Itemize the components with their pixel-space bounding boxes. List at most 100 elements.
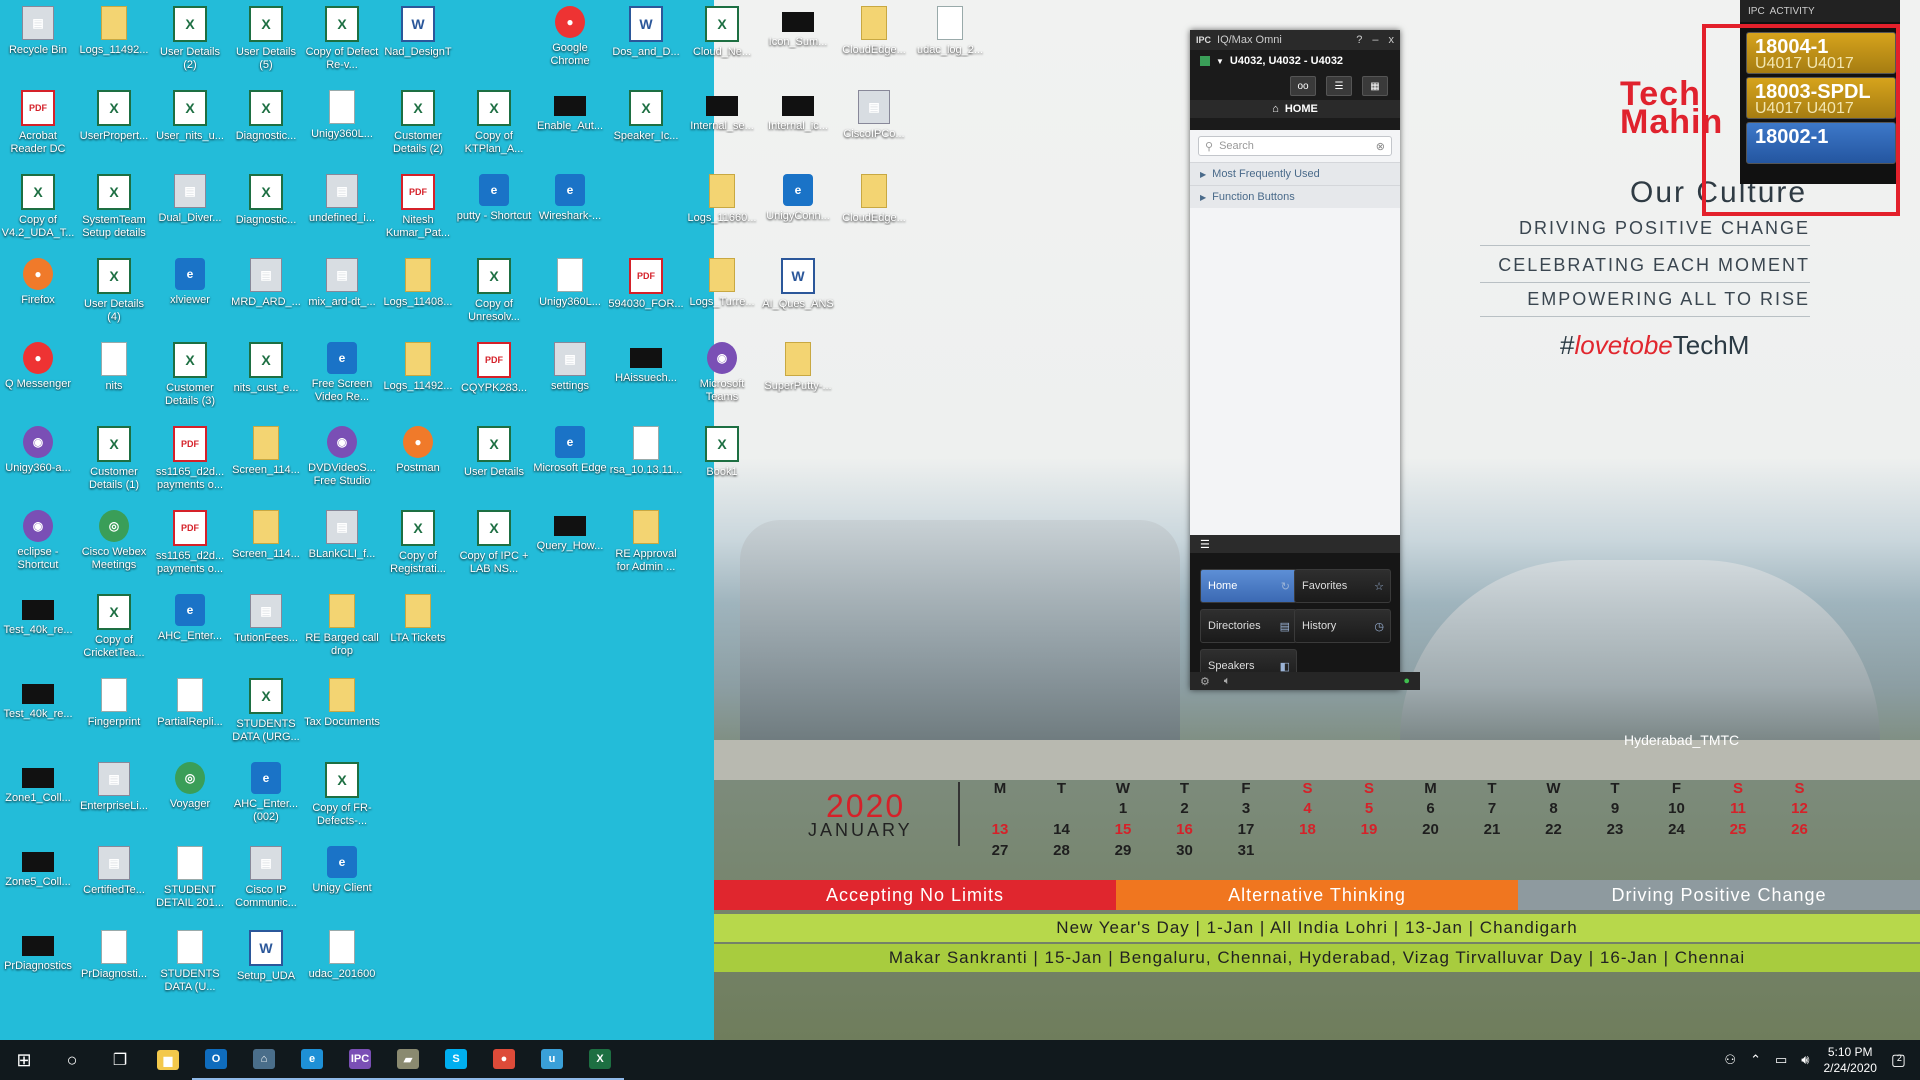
desktop-icon[interactable]: W Dos_and_D...	[608, 0, 684, 80]
desktop-icon[interactable]: Query_How...	[532, 504, 608, 584]
desktop-icon[interactable]: Enable_Aut...	[532, 84, 608, 164]
taskbar-ipc-button[interactable]: IPC	[336, 1040, 384, 1080]
desktop-icon[interactable]: W Nad_DesignT	[380, 0, 456, 80]
desktop-icon[interactable]: PDF CQYPK283...	[456, 336, 532, 416]
desktop-icon[interactable]: Icon_Sum...	[760, 0, 836, 80]
desktop-icon[interactable]: ▤ BLankCLI_f...	[304, 504, 380, 584]
desktop-icon[interactable]: STUDENT DETAIL 201...	[152, 840, 228, 920]
desktop-icon[interactable]: X Customer Details (3)	[152, 336, 228, 416]
taskbar-network-app-button[interactable]: ⌂	[240, 1040, 288, 1080]
desktop-icon[interactable]: Logs_11408...	[380, 252, 456, 332]
taskbar-chrome-button[interactable]: ●	[480, 1040, 528, 1080]
volume-icon[interactable]: 🔈︎	[1224, 675, 1231, 688]
desktop-icon[interactable]: ● Q Messenger	[0, 336, 76, 416]
desktop-icon[interactable]: PDF ss1165_d2d... payments o...	[152, 420, 228, 500]
desktop-icon[interactable]: ◉ DVDVideoS... Free Studio	[304, 420, 380, 500]
desktop-icon[interactable]: LTA Tickets	[380, 588, 456, 668]
desktop-icon[interactable]: Zone5_Coll...	[0, 840, 76, 920]
desktop-icon[interactable]: ◉ eclipse - Shortcut	[0, 504, 76, 584]
desktop-icon[interactable]: PDF Nitesh Kumar_Pat...	[380, 168, 456, 248]
desktop-icon[interactable]: Logs_11492...	[76, 0, 152, 80]
desktop-icon[interactable]: Internal_se...	[684, 84, 760, 164]
desktop-icon[interactable]: X Customer Details (1)	[76, 420, 152, 500]
taskbar-internet-explorer-button[interactable]: e	[288, 1040, 336, 1080]
desktop-icon[interactable]: X Copy of V4.2_UDA_T...	[0, 168, 76, 248]
taskbar-unigy-button[interactable]: u	[528, 1040, 576, 1080]
desktop-icon[interactable]: Test_40k_re...	[0, 588, 76, 668]
desktop-icon[interactable]: ▤ settings	[532, 336, 608, 416]
desktop-icon[interactable]: X UserPropert...	[76, 84, 152, 164]
desktop-icon[interactable]: e AHC_Enter...	[152, 588, 228, 668]
desktop-icon[interactable]: PartialRepli...	[152, 672, 228, 752]
desktop-icon[interactable]: e UnigyConn...	[760, 168, 836, 248]
network-icon[interactable]: ▭	[1775, 1052, 1787, 1068]
desktop-icon[interactable]: e Unigy Client	[304, 840, 380, 920]
nav-favorites-button[interactable]: Favorites ☆	[1294, 569, 1391, 603]
desktop-icon[interactable]: ▤ undefined_i...	[304, 168, 380, 248]
desktop-icon[interactable]: X Customer Details (2)	[380, 84, 456, 164]
desktop-icon[interactable]: HAissuech...	[608, 336, 684, 416]
line-selector[interactable]: ▼ U4032, U4032 - U4032	[1190, 50, 1400, 72]
desktop-icon[interactable]: Test_40k_re...	[0, 672, 76, 752]
desktop-icon[interactable]: e Microsoft Edge	[532, 420, 608, 500]
desktop-icon[interactable]: Screen_114...	[228, 504, 304, 584]
desktop-icon[interactable]: X Copy of IPC + LAB NS...	[456, 504, 532, 584]
section-most-frequently-used[interactable]: ▶ Most Frequently Used	[1190, 162, 1400, 185]
start-button[interactable]: ⊞	[0, 1040, 48, 1080]
desktop-icon[interactable]: ▤ Cisco IP Communic...	[228, 840, 304, 920]
desktop-icon[interactable]: Unigy360L...	[532, 252, 608, 332]
taskbar-skype-button[interactable]: S	[432, 1040, 480, 1080]
desktop-icon[interactable]: ● Firefox	[0, 252, 76, 332]
desktop-icon[interactable]: ◎ Voyager	[152, 756, 228, 836]
chevron-up-icon[interactable]: ⌃	[1750, 1052, 1761, 1068]
desktop-icon[interactable]: CloudEdge...	[836, 0, 912, 80]
taskbar-file-explorer-button[interactable]: ▆	[144, 1040, 192, 1080]
task-view-button[interactable]: ❐	[96, 1040, 144, 1080]
nav-home-button[interactable]: Home ↻	[1200, 569, 1297, 603]
desktop-icon[interactable]: e putty - Shortcut	[456, 168, 532, 248]
desktop-icon[interactable]: Logs_Turre...	[684, 252, 760, 332]
desktop-icon[interactable]: udac_log_2...	[912, 0, 988, 80]
desktop-icon[interactable]: Logs_11660...	[684, 168, 760, 248]
search-box[interactable]: ⚲ Search ⊗	[1198, 136, 1392, 156]
desktop-icon[interactable]: SuperPutty-...	[760, 336, 836, 416]
desktop-icon[interactable]: ◎ Cisco Webex Meetings	[76, 504, 152, 584]
desktop-icon[interactable]: X STUDENTS DATA (URG...	[228, 672, 304, 752]
clock[interactable]: 5:10 PM 2/24/2020	[1823, 1044, 1876, 1076]
desktop-icon[interactable]: ▤ EnterpriseLi...	[76, 756, 152, 836]
desktop-icon[interactable]: PDF ss1165_d2d... payments o...	[152, 504, 228, 584]
desktop-icon[interactable]: ▤ CiscoIPCo...	[836, 84, 912, 164]
desktop-icon[interactable]: X Copy of FR-Defects-...	[304, 756, 380, 836]
desktop-icon[interactable]: ▤ TutionFees...	[228, 588, 304, 668]
taskbar-tool-button[interactable]: ▰	[384, 1040, 432, 1080]
clear-search-icon[interactable]: ⊗	[1376, 140, 1385, 153]
desktop-icon[interactable]: ▤ MRD_ARD_...	[228, 252, 304, 332]
window-titlebar[interactable]: IPC IQ/Max Omni ? – x	[1190, 30, 1400, 50]
desktop-icon[interactable]: X Diagnostic...	[228, 168, 304, 248]
desktop-icon[interactable]: Zone1_Coll...	[0, 756, 76, 836]
desktop-icon[interactable]: ◉ Unigy360-a...	[0, 420, 76, 500]
desktop-icon[interactable]: ◉ Microsoft Teams	[684, 336, 760, 416]
desktop-icon[interactable]: ▤ Recycle Bin	[0, 0, 76, 80]
people-icon[interactable]: ⚇	[1724, 1052, 1736, 1068]
desktop-icon[interactable]: Xnits_cust_e...	[228, 336, 304, 416]
desktop-icon[interactable]: Unigy360L...	[304, 84, 380, 164]
desktop-icon[interactable]: e Wireshark-...	[532, 168, 608, 248]
desktop-icon[interactable]: ● Postman	[380, 420, 456, 500]
taskbar-excel-button[interactable]: X	[576, 1040, 624, 1080]
desktop-icon[interactable]: X Copy of Defect Re-v...	[304, 0, 380, 80]
nav-directories-button[interactable]: Directories ▤	[1200, 609, 1297, 643]
desktop-icon[interactable]: e xlviewer	[152, 252, 228, 332]
desktop-icon[interactable]: ▤ CertifiedTe...	[76, 840, 152, 920]
taskbar-outlook-button[interactable]: O	[192, 1040, 240, 1080]
desktop-icon[interactable]: W Setup_UDA	[228, 924, 304, 1004]
desktop-icon[interactable]: X Diagnostic...	[228, 84, 304, 164]
desktop-icon[interactable]: CloudEdge...	[836, 168, 912, 248]
desktop-icon[interactable]: X Speaker_Ic...	[608, 84, 684, 164]
desktop-icon[interactable]: X Book1	[684, 420, 760, 500]
desktop-icon[interactable]: Tax Documents	[304, 672, 380, 752]
desktop-icon[interactable]: X User Details	[456, 420, 532, 500]
desktop-icon[interactable]: X User_nits_u...	[152, 84, 228, 164]
gear-icon[interactable]: ⚙	[1200, 675, 1210, 688]
nav-history-button[interactable]: History ◷	[1294, 609, 1391, 643]
